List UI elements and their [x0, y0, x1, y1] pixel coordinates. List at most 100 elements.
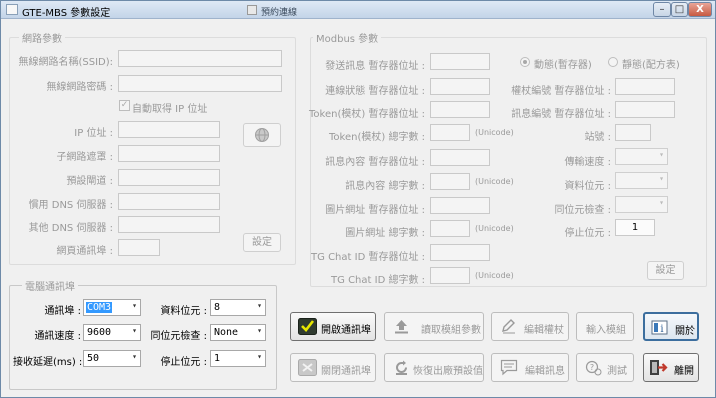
chevron-down-icon: ▾ [659, 150, 664, 159]
send-msg-addr-input[interactable] [430, 53, 490, 70]
tg-chat-len-input[interactable] [430, 267, 470, 284]
preferred-dns-input[interactable] [118, 193, 220, 210]
token-addr-input[interactable] [430, 101, 490, 118]
static-radio[interactable] [608, 57, 618, 67]
com-port-value: COM3 [86, 302, 113, 313]
msg-content-addr-input[interactable] [430, 149, 490, 166]
window-icon [247, 5, 257, 15]
upload-icon [392, 318, 411, 335]
chevron-down-icon: ▾ [132, 326, 137, 335]
modbus-params-title: Modbus 參數 [313, 30, 382, 45]
image-url-addr-input[interactable] [430, 197, 490, 214]
edit-token-button[interactable]: 編輯權杖 [491, 312, 569, 341]
read-params-button[interactable]: 讀取模組參數 [384, 312, 484, 341]
web-port-input[interactable] [118, 239, 160, 256]
serial-data-bits-value: 8 [214, 302, 221, 313]
dhcp-label: 自動取得 IP 位址 [132, 104, 208, 115]
background-window-title: 預約連線 [261, 8, 298, 18]
station-input[interactable] [615, 124, 651, 141]
maximize-button[interactable]: □ [671, 2, 688, 17]
window-title: GTE-MBS 參數設定 [22, 8, 111, 19]
svg-text:i: i [660, 324, 663, 335]
msg-unicode-note: (Unicode) [475, 177, 514, 186]
msg-no-addr-input[interactable] [615, 101, 675, 118]
network-set-button[interactable]: 設定 [243, 233, 281, 252]
wifi-password-input[interactable] [118, 75, 282, 92]
chevron-down-icon: ▾ [132, 352, 137, 361]
open-port-label: 開啟通訊埠 [321, 325, 371, 336]
open-port-button[interactable]: 開啟通訊埠 [290, 312, 376, 341]
restore-defaults-label: 恢復出廠預設值 [413, 366, 483, 377]
chevron-down-icon: ▾ [659, 198, 664, 207]
msg-no-addr-label: 訊息編號 暫存器位址 : [511, 109, 611, 120]
default-gateway-label: 預設閘道 : [66, 176, 113, 187]
modbus-data-bits-select[interactable]: ▾ [615, 172, 668, 189]
close-button[interactable]: X [688, 2, 712, 17]
tg-chat-addr-label: TG Chat ID 暫存器位址 : [311, 252, 425, 263]
about-button[interactable]: i 關於 [643, 312, 699, 341]
network-icon-button[interactable] [243, 123, 281, 147]
serial-port-title: 電腦通訊埠 [22, 278, 78, 293]
test-label: 測試 [607, 366, 627, 377]
receive-delay-value: 50 [87, 353, 100, 364]
message-icon [499, 359, 518, 376]
tg-chat-addr-input[interactable] [430, 244, 490, 261]
modbus-data-bits-label: 資料位元 : [564, 181, 611, 192]
ssid-input[interactable] [118, 50, 282, 67]
image-unicode-note: (Unicode) [475, 224, 514, 233]
import-module-button[interactable]: 輸入模組 [576, 312, 634, 341]
com-port-select[interactable]: COM3 ▾ [83, 299, 141, 316]
subnet-mask-label: 子網路遮罩 : [56, 152, 113, 163]
background-window-tab[interactable]: 預約連線 [237, 2, 407, 18]
close-port-button[interactable]: 關閉通訊埠 [290, 353, 376, 382]
serial-data-bits-select[interactable]: 8 ▾ [210, 299, 266, 316]
edit-message-label: 編輯訊息 [525, 366, 565, 377]
default-gateway-input[interactable] [118, 169, 220, 186]
baud-rate-select[interactable]: 9600 ▾ [83, 324, 141, 341]
serial-stop-bits-label: 停止位元 : [160, 357, 207, 368]
receive-delay-select[interactable]: 50 ▾ [83, 350, 141, 367]
token-len-input[interactable] [430, 124, 470, 141]
dhcp-checkbox[interactable]: ✓ [119, 100, 130, 111]
minimize-button[interactable]: – [653, 2, 671, 17]
globe-icon [255, 128, 269, 142]
token-no-addr-label: 權杖編號 暫存器位址 : [511, 86, 611, 97]
edit-message-button[interactable]: 編輯訊息 [491, 353, 569, 382]
token-no-addr-input[interactable] [615, 78, 675, 95]
conn-status-addr-label: 連線狀態 暫存器位址 : [325, 86, 425, 97]
alternate-dns-input[interactable] [118, 216, 220, 233]
station-label: 站號 : [584, 132, 611, 143]
exit-button[interactable]: 離開 [643, 353, 699, 382]
modbus-stop-bits-value[interactable]: 1 [615, 219, 655, 236]
modbus-baud-select[interactable]: ▾ [615, 148, 668, 165]
network-params-title: 網路參數 [19, 30, 65, 45]
image-url-len-input[interactable] [430, 220, 470, 237]
token-unicode-note: (Unicode) [475, 128, 514, 137]
main-window: GTE-MBS 參數設定 預約連線 – □ X 網路參數 無線網路名稱(SSID… [0, 0, 716, 398]
restore-defaults-button[interactable]: 恢復出廠預設值 [384, 353, 484, 382]
tg-chat-len-label: TG Chat ID 總字數 : [331, 275, 425, 286]
test-button[interactable]: ? 測試 [576, 353, 634, 382]
serial-stop-bits-select[interactable]: 1 ▾ [210, 350, 266, 367]
dynamic-radio[interactable] [520, 57, 530, 67]
baud-rate-value: 9600 [87, 327, 112, 338]
token-len-label: Token(模杖) 總字數 : [329, 132, 425, 143]
wifi-password-label: 無線網路密碼 : [46, 82, 113, 93]
ssid-label: 無線網路名稱(SSID): [18, 57, 113, 68]
tg-unicode-note: (Unicode) [475, 271, 514, 280]
modbus-parity-select[interactable]: ▾ [615, 196, 668, 213]
ip-address-input[interactable] [118, 121, 220, 138]
serial-parity-select[interactable]: None ▾ [210, 324, 266, 341]
modbus-parity-label: 同位元檢查 : [554, 205, 611, 216]
receive-delay-label: 接收延遲(ms) : [13, 357, 83, 368]
chevron-down-icon: ▾ [257, 301, 262, 310]
chevron-down-icon: ▾ [257, 352, 262, 361]
conn-status-addr-input[interactable] [430, 78, 490, 95]
subnet-mask-input[interactable] [118, 145, 220, 162]
modbus-set-button[interactable]: 設定 [647, 261, 684, 280]
msg-content-len-input[interactable] [430, 173, 470, 190]
ip-address-label: IP 位址 : [74, 128, 113, 139]
serial-parity-label: 同位元檢查 : [150, 331, 207, 342]
close-port-label: 關閉通訊埠 [321, 366, 371, 377]
modbus-stop-bits-label: 停止位元 : [564, 228, 611, 239]
